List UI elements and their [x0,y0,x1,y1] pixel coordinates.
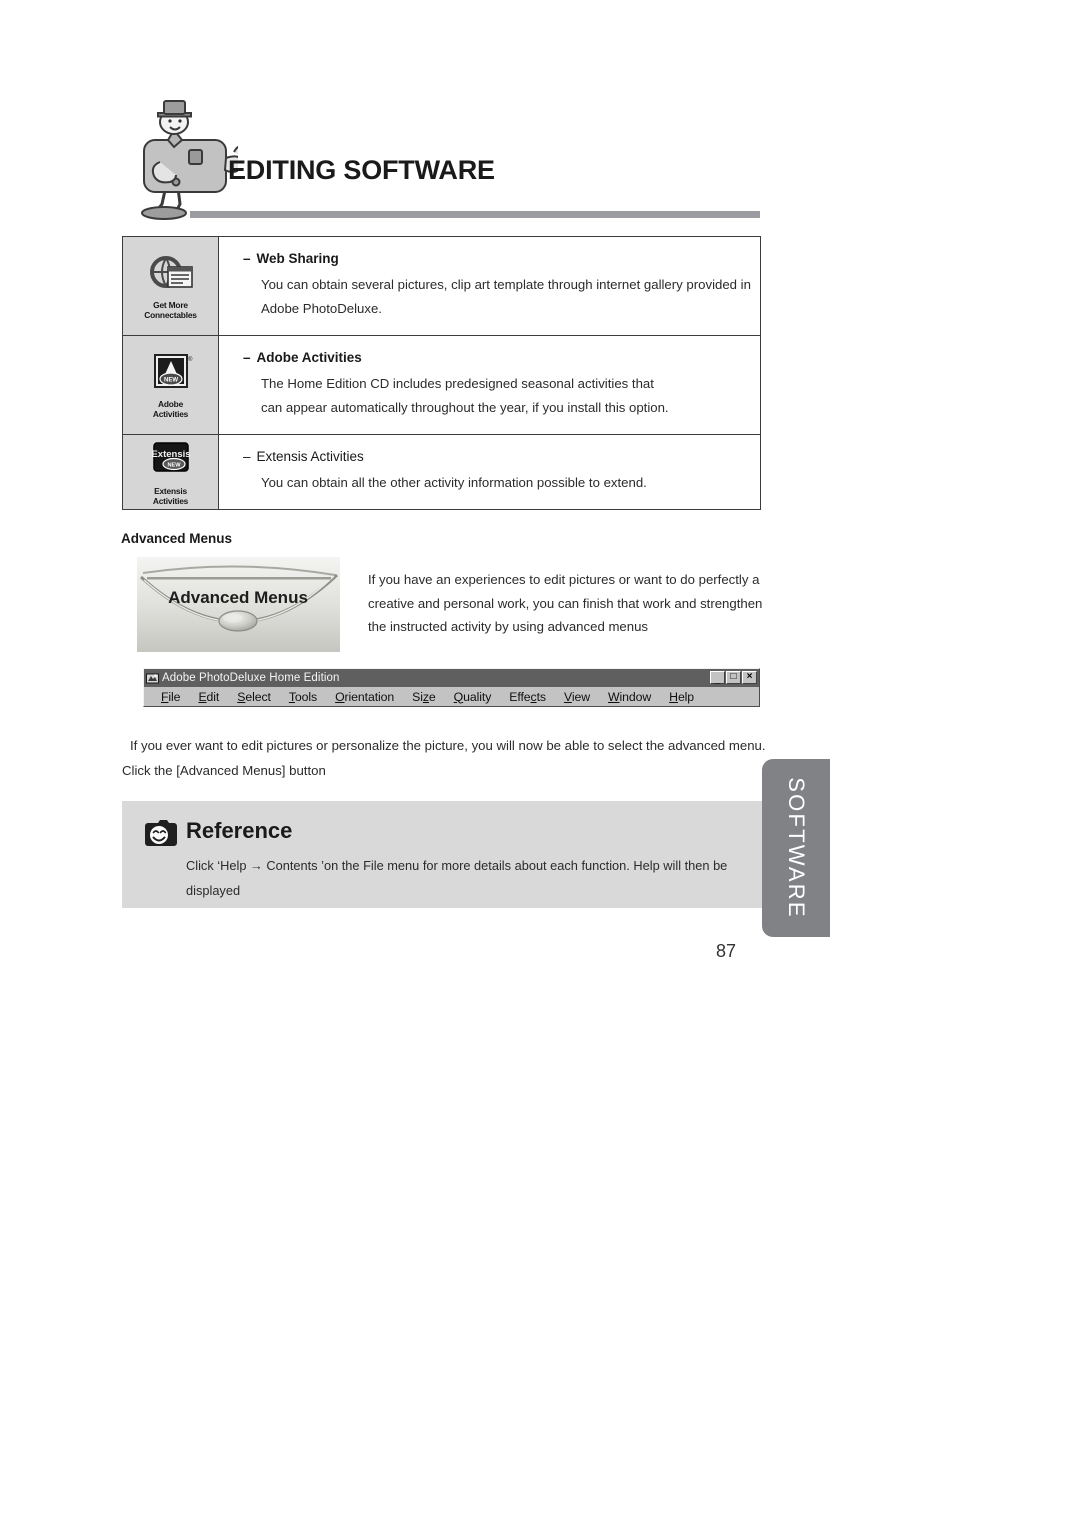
table-row: Extensis NEW Extensis Activities – Extens… [123,435,760,509]
menu-orientation[interactable]: Orientation [326,690,403,704]
icon-caption-line1: Get More [153,299,188,310]
window-titlebar: Adobe PhotoDeluxe Home Edition _ □ × [144,669,759,687]
feature-text-cell: – Extensis Activities You can obtain all … [219,435,760,509]
feature-icon-cell: Get More Connectables [123,237,219,335]
menu-tools[interactable]: Tools [280,690,326,704]
side-tab-label: SOFTWARE [784,777,809,919]
menu-select[interactable]: Select [228,690,280,704]
table-row: NEW ® Adobe Activities – Adobe Activities… [123,336,760,435]
get-more-connectables-icon: Get More Connectables [138,253,204,320]
paragraph-line: Click the [Advanced Menus] button [122,763,326,778]
icon-caption-line2: Activities [152,495,189,506]
reference-body: Click ‘Help → Contents ’on the File menu… [186,853,746,903]
header-divider [190,211,760,218]
menu-file[interactable]: File [152,690,189,704]
feature-heading: – Adobe Activities [243,350,750,365]
feature-body-line: can appear automatically throughout the … [261,400,669,415]
menu-quality[interactable]: Quality [445,690,501,704]
adobe-activities-icon: NEW ® Adobe Activities [138,352,204,419]
menu-effects[interactable]: Effects [500,690,555,704]
dash-bullet: – [243,350,251,365]
close-button[interactable]: × [742,671,757,684]
feature-heading-label: Web Sharing [256,251,339,266]
dash-bullet: – [243,251,251,266]
photodeluxe-window-screenshot: Adobe PhotoDeluxe Home Edition _ □ × Fil… [143,668,760,707]
photodeluxe-app-icon [146,672,159,685]
svg-text:®: ® [188,356,193,363]
page-header: EDITING SOFTWARE [0,0,1080,230]
feature-heading: – Web Sharing [243,251,751,266]
feature-heading: – Extensis Activities [243,449,750,464]
maximize-button[interactable]: □ [726,671,741,684]
advanced-menus-paragraph: If you have an experiences to edit pictu… [368,568,768,639]
feature-body-line: The Home Edition CD includes predesigned… [261,376,654,391]
icon-caption-line2: Connectables [144,309,197,320]
svg-text:NEW: NEW [167,462,181,468]
paragraph-line: creative and personal work, you can fini… [368,595,763,611]
section-side-tab: SOFTWARE [762,759,830,937]
icon-caption-line2: Activities [152,408,189,419]
feature-heading-label: Adobe Activities [256,350,362,365]
table-row: Get More Connectables – Web Sharing You c… [123,237,760,336]
advanced-menus-button-label: Advanced Menus [168,588,308,607]
reference-line: displayed [186,883,241,898]
feature-text-cell: – Adobe Activities The Home Edition CD in… [219,336,760,434]
icon-caption-line1: Extensis [154,485,187,496]
camera-smile-icon [141,818,177,849]
body-paragraph: If you ever want to edit pictures or per… [122,733,772,783]
feature-body-line: You can obtain all the other activity in… [261,475,647,490]
paragraph-line: If you have an experiences to edit pictu… [368,572,760,587]
feature-heading-label: Extensis Activities [256,449,364,464]
feature-body-line: You can obtain several pictures, clip ar… [261,277,751,292]
svg-text:NEW: NEW [164,377,178,383]
menu-edit[interactable]: Edit [189,690,228,704]
camera-mascot-icon [116,100,245,222]
feature-table: Get More Connectables – Web Sharing You c… [122,236,761,510]
menu-view[interactable]: View [555,690,599,704]
extensis-activities-icon: Extensis NEW Extensis Activities [138,439,204,506]
reference-box: Reference Click ‘Help → Contents ’on the… [122,801,762,908]
reference-line: Click ‘Help → Contents ’on the File menu… [186,858,728,873]
advanced-menus-button-image[interactable]: Advanced Menus [137,557,340,652]
window-menubar: File Edit Select Tools Orientation Size … [144,687,759,706]
feature-icon-cell: NEW ® Adobe Activities [123,336,219,434]
paragraph-line: If you ever want to edit pictures or per… [130,738,766,753]
dash-bullet: – [243,449,251,464]
feature-text-cell: – Web Sharing You can obtain several pict… [219,237,761,335]
menu-size[interactable]: Size [403,690,445,704]
feature-body-line: Adobe PhotoDeluxe. [261,301,382,316]
reference-title: Reference [186,818,293,843]
page-title: EDITING SOFTWARE [228,155,495,185]
page-number: 87 [716,941,737,961]
paragraph-line: the instructed activity by using advance… [368,619,649,634]
window-controls: _ □ × [710,671,757,685]
menu-help[interactable]: Help [660,690,703,704]
icon-caption-line1: Adobe [157,398,184,409]
minimize-button[interactable]: _ [710,671,725,685]
advanced-menus-heading: Advanced Menus [121,531,233,546]
window-title: Adobe PhotoDeluxe Home Edition [162,672,340,684]
feature-icon-cell: Extensis NEW Extensis Activities [123,435,219,509]
menu-window[interactable]: Window [599,690,660,704]
